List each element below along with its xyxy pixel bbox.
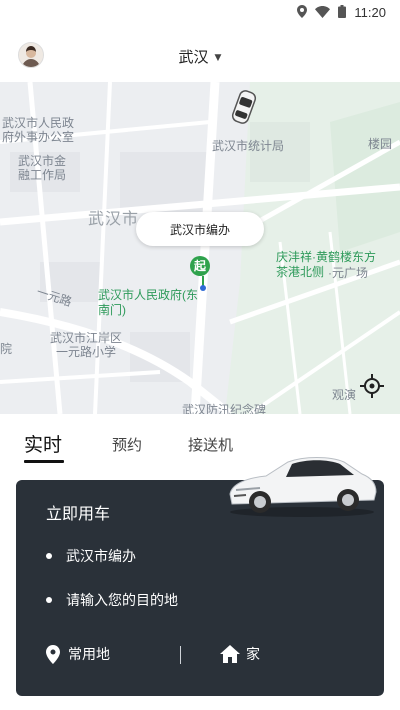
locate-me-icon[interactable] [360,374,384,398]
map-label: 武汉市人民政府(东 [98,288,198,302]
origin-text: 武汉市编办 [66,549,136,565]
pickup-location-bubble[interactable]: 武汉市编办 [136,212,264,246]
map-label: 融工作局 [18,168,67,182]
origin-dot-icon [46,553,52,559]
map-label: 一元路小学 [56,345,117,359]
wifi-icon [315,3,331,22]
status-bar: 11:20 [0,0,400,22]
home-button[interactable]: 家 [220,644,260,664]
caret-down-icon: ▼ [214,53,222,63]
home-icon [220,645,240,663]
origin-field[interactable]: 武汉市编办 [46,546,136,566]
pin-stem-icon [200,276,206,291]
map-label: ·元广场 [328,266,368,280]
battery-icon [338,3,347,22]
map-label: 武汉防汛纪念碑 [182,403,267,414]
map-label: 庆沣祥·黄鹤楼东方 [276,250,376,264]
card-title: 立即用车 [46,504,111,523]
map-label: 楼园 [368,137,393,151]
map-view[interactable]: 武汉市人民政 府外事办公室 武汉市金 融工作局 武汉市统计局 楼园 武汉市 庆沣… [0,82,400,414]
top-bar: 武汉 ▼ [0,22,400,82]
map-label: 武汉市江岸区 [50,331,123,345]
shortcut-divider [180,646,181,664]
home-label: 家 [246,647,260,663]
active-tab-indicator [24,460,64,463]
destination-field[interactable]: 请输入您的目的地 [46,590,178,610]
map-label: 武汉市人民政 [2,116,75,130]
location-icon [297,3,308,22]
city-selector[interactable]: 武汉 ▼ [0,46,400,67]
map-label: 武汉市金 [18,154,67,168]
tab-reservation[interactable]: 预约 [112,434,142,455]
car-image [226,450,378,518]
destination-placeholder: 请输入您的目的地 [66,593,178,609]
map-label: 观演 [332,388,357,402]
city-label: 武汉 [178,48,209,66]
location-pin-icon [46,644,60,664]
map-label: 武汉市 [88,211,140,228]
map-label: 南门) [98,303,126,317]
pickup-marker: 起 [190,256,210,276]
map-label: 院 [0,342,13,356]
tab-realtime[interactable]: 实时 [24,430,62,457]
frequent-places-label: 常用地 [68,647,110,663]
map-label: 武汉市统计局 [212,139,285,153]
map-label: 茶港北侧 [276,265,325,279]
map-label: 府外事办公室 [2,130,75,144]
destination-dot-icon [46,597,52,603]
status-time: 11:20 [354,5,386,20]
frequent-places-button[interactable]: 常用地 [46,644,110,664]
